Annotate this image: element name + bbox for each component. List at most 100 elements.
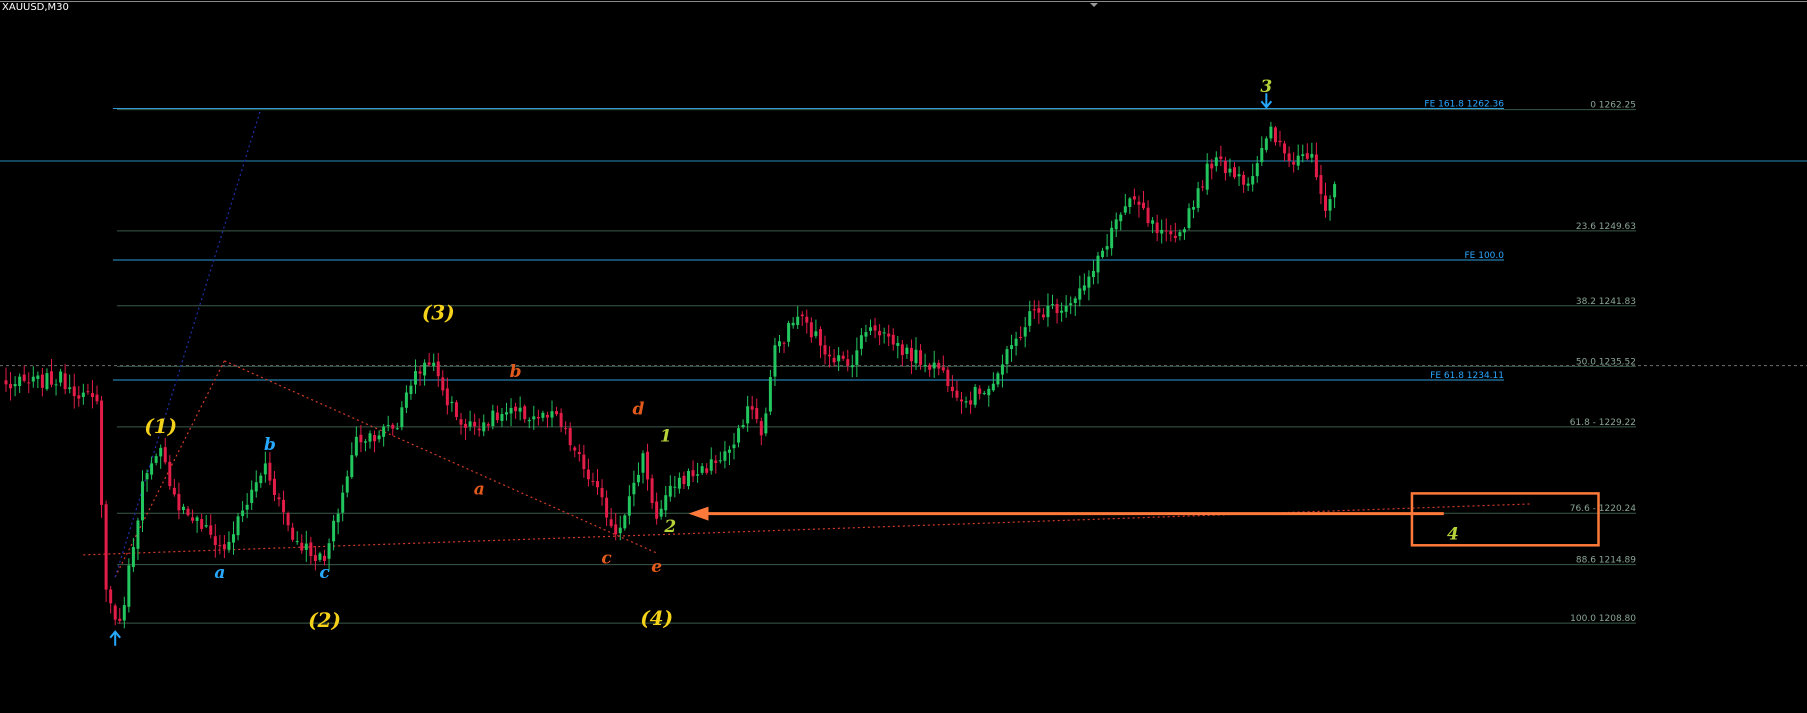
wave-label: b [264, 435, 276, 455]
wave-label: c [601, 549, 612, 569]
candle-body [1110, 227, 1114, 249]
candle-body [141, 481, 144, 521]
candle-body [168, 461, 172, 487]
candle-body [1260, 148, 1264, 163]
candle-body [691, 470, 695, 477]
candle-body [1201, 186, 1205, 188]
candle-body [336, 513, 340, 523]
candle-body [1069, 303, 1073, 306]
candle-body [791, 322, 795, 326]
scroll-marker-icon[interactable] [1090, 3, 1098, 7]
wave-label: (2) [308, 608, 341, 632]
price-chart[interactable]: 0 1262.25 23.6 1249.63 38.2 1241.83 50.0 12… [0, 0, 1807, 713]
candle-body [623, 515, 627, 529]
candle-body [919, 350, 923, 365]
candle-body [386, 425, 390, 427]
candle-body [9, 383, 13, 389]
candle-body [345, 476, 349, 493]
candle-body [1160, 229, 1164, 234]
candle-body [696, 474, 700, 476]
candle-body [427, 362, 431, 365]
candle-body [709, 459, 713, 471]
candle-body [104, 504, 108, 590]
candle-body [509, 407, 513, 414]
candle-body [50, 371, 53, 385]
candle-body [391, 424, 395, 429]
candle-body [436, 361, 440, 377]
candle-body [464, 423, 468, 428]
candle-body [359, 434, 363, 443]
candle-body [77, 395, 81, 399]
candle-body [291, 527, 295, 540]
candle-body [646, 451, 650, 480]
candle-body [409, 385, 413, 395]
candle-body [673, 486, 677, 488]
candle-body [36, 375, 40, 379]
wave-label: a [474, 479, 485, 499]
candle-body [227, 541, 231, 550]
candle-body [81, 392, 85, 398]
candle-body [191, 517, 195, 521]
candle-body [136, 520, 140, 549]
candle-body [846, 359, 850, 366]
candle-body [668, 485, 672, 497]
candle-body [363, 441, 367, 443]
candle-body [778, 341, 781, 347]
candle-body [1278, 140, 1282, 143]
wave-label: 2 [663, 517, 676, 537]
candle-body [682, 475, 686, 485]
candle-body [286, 513, 290, 526]
candle-body [1137, 201, 1141, 205]
candle-body [327, 543, 331, 559]
candle-body [605, 497, 609, 518]
candle-body [1101, 250, 1105, 258]
candle-body [550, 411, 554, 418]
candle-body [759, 421, 763, 436]
candle-body [996, 373, 1000, 385]
candle-body [514, 406, 518, 412]
candle-body [1305, 153, 1309, 159]
chart-window[interactable]: 0 1262.25 23.6 1249.63 38.2 1241.83 50.0 12… [0, 0, 1807, 713]
wave-label: c [319, 563, 330, 583]
candle-body [245, 504, 249, 510]
candle-body [586, 469, 590, 480]
candle-body [259, 475, 263, 484]
candle-body [1096, 255, 1100, 273]
candle-body [241, 510, 245, 517]
candle-body [960, 399, 963, 402]
candle-body [186, 508, 190, 516]
candle-body [59, 371, 63, 383]
candle-body [568, 427, 572, 446]
symbol-timeframe-label: XAUUSD,M30 [2, 2, 69, 13]
candle-body [86, 391, 90, 393]
candle-body [518, 407, 522, 412]
candle-body [850, 365, 854, 368]
candle-body [300, 542, 304, 551]
candle-body [923, 365, 927, 367]
fib-level-label: 61.8 - 1229.22 [1570, 418, 1636, 428]
candle-body [113, 605, 117, 620]
candle-body [1314, 154, 1318, 178]
wave-label: (3) [422, 301, 455, 325]
candle-body [159, 447, 163, 457]
candle-body [982, 393, 986, 395]
candle-body [1182, 229, 1186, 233]
candle-body [195, 517, 199, 521]
candle-body [1014, 338, 1018, 346]
candle-body [727, 449, 731, 453]
candle-body [1051, 304, 1054, 306]
candle-body [869, 327, 872, 331]
candle-body [1082, 285, 1086, 291]
candle-body [350, 455, 354, 478]
candle-body [1010, 345, 1014, 349]
candle-body [618, 527, 622, 534]
fe-level-label: FE 161.8 1262.36 [1424, 100, 1504, 110]
candle-body [1246, 183, 1250, 186]
candle-body [650, 478, 654, 504]
candle-body [131, 547, 135, 568]
candle-body [978, 388, 982, 394]
candle-body [45, 373, 49, 390]
candle-body [1091, 271, 1095, 278]
candle-body [782, 342, 786, 344]
candle-body [1078, 288, 1082, 300]
